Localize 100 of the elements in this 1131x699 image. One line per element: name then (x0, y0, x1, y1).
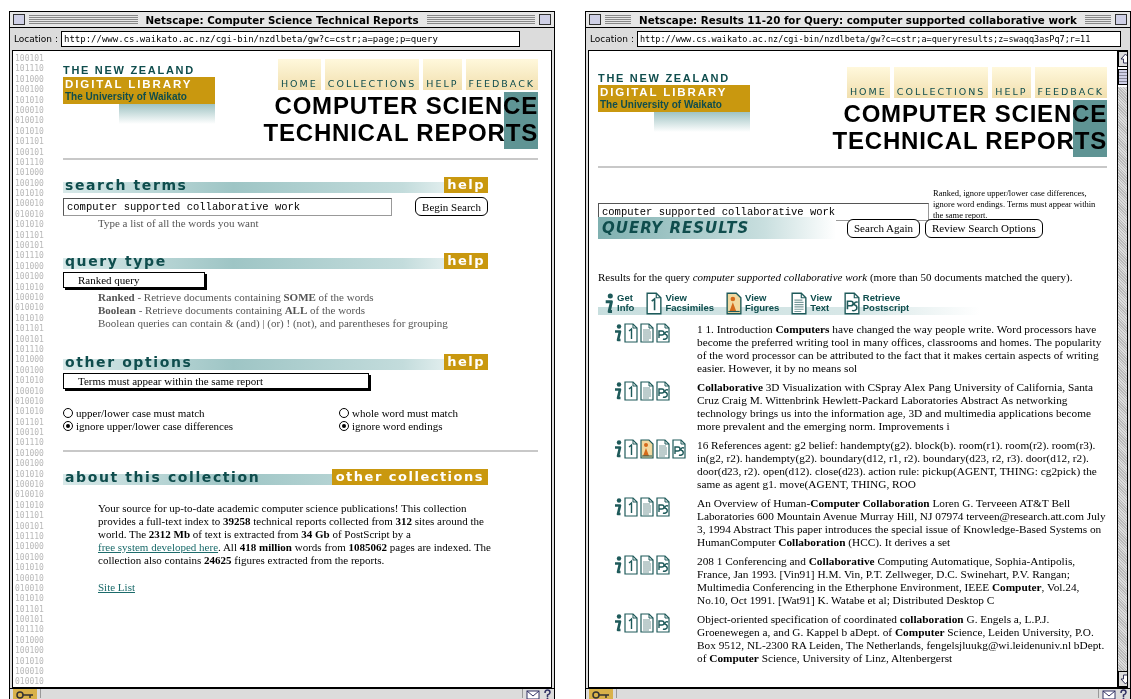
mail-icon[interactable] (1102, 689, 1116, 699)
nav-tab[interactable]: FEEDBACK (465, 59, 538, 90)
info-icon[interactable] (612, 323, 622, 343)
zoom-box[interactable] (539, 14, 551, 25)
text-document-icon[interactable] (791, 291, 808, 315)
window-title: Netscape: Computer Science Technical Reports (144, 13, 420, 26)
page-icon[interactable] (624, 381, 638, 401)
binary-digits: 010010 (15, 490, 45, 501)
zoom-box[interactable] (1115, 14, 1127, 25)
nav-tab[interactable]: HOME (277, 59, 321, 90)
binary-digits: 101000 (15, 261, 45, 272)
radio-button[interactable] (63, 421, 73, 431)
begin-search-button[interactable]: Begin Search (415, 197, 488, 216)
postscript-document-icon[interactable] (656, 381, 670, 401)
search-button[interactable]: Review Search Options (924, 218, 1043, 238)
binary-digits: 010010 (15, 583, 45, 594)
info-icon[interactable] (612, 381, 622, 401)
text-document-icon[interactable] (640, 323, 654, 343)
legend-label: View Figures (745, 293, 780, 313)
window-title: Netscape: Results 11-20 for Query: computer supported collaborative work (638, 13, 1078, 26)
info-icon[interactable] (612, 497, 622, 517)
title-bar-stripes (1084, 15, 1111, 24)
security-key-icon[interactable] (589, 689, 613, 699)
search-field[interactable]: computer supported collaborative work (63, 197, 392, 216)
search-button[interactable]: Search Again (847, 218, 920, 238)
radio-button[interactable] (339, 421, 349, 431)
section-title: query type (64, 253, 167, 269)
university-name: The University of Waikato (65, 91, 187, 103)
binary-digits: 100010 (15, 199, 45, 210)
postscript-document-icon[interactable] (656, 323, 670, 343)
text-document-icon[interactable] (640, 613, 654, 633)
binary-digits: 100010 (15, 480, 45, 490)
nav-tab[interactable]: COLLECTIONS (324, 59, 420, 90)
result-snippet: An Overview of Human-Computer Collaboration Loren G. Terveeen AT&T Bell Laboratories 600 Mountain Avenue Murray Hill, NJ 07974 terveen@research.att.com July 3, 1994 Abstract This paper introduces the special issue of Knowledge-Based Systems on HumanComputer Collaboration (HCC). It derives a set (697, 497, 1107, 549)
result-snippet: 16 References agent: g2 belief: handempty(g2). block(b). room(r1). room(r2). room(r3). in(g2, r2). handempty(g2). boundary(d12, r1, r2). boundary(d23, r2, r3). door(d12, r2). door(d23, r2). open(d12). close(d23). action rule: pickup(AGENT, THING: cg2pick) the same as agent g1. move(AGENT, THING, ROO (697, 439, 1098, 491)
library-name: THE NEW ZEALAND (63, 63, 195, 77)
close-box[interactable] (13, 14, 25, 25)
binary-digits: 100101 (15, 334, 45, 345)
postscript-document-icon[interactable] (672, 439, 686, 459)
query-type-note: Ranked - Retrieve documents containing SOME of the words (98, 291, 374, 304)
library-name: DIGITAL LIBRARY (600, 85, 728, 99)
nav-tab[interactable]: FEEDBACK (1034, 67, 1107, 98)
binary-digits: 100101 (15, 428, 45, 438)
text-document-icon[interactable] (640, 381, 654, 401)
radio-label: whole word must match (352, 407, 458, 419)
binary-digits: 101010 (15, 563, 45, 574)
nav-tab[interactable]: COLLECTIONS (893, 67, 989, 98)
library-name: THE NEW ZEALAND (598, 71, 730, 85)
binary-digits: 100010 (15, 293, 45, 303)
radio-label: ignore upper/lower case differences (76, 420, 234, 432)
radio-button[interactable] (63, 408, 73, 418)
text-document-icon[interactable] (640, 497, 654, 517)
binary-digits: 100101 (15, 615, 45, 625)
location-field[interactable]: http://www.cs.waikato.ac.nz/cgi-bin/nzdlbeta/gw?c=cstr;a=page;p=query (60, 31, 520, 47)
text-document-icon[interactable] (656, 439, 670, 459)
binary-digits: 010010 (15, 677, 45, 687)
mail-icon[interactable] (526, 689, 540, 699)
figure-icon[interactable] (640, 439, 654, 459)
binary-digits: 101010 (15, 594, 45, 605)
binary-digits: 101010 (15, 189, 45, 199)
info-icon[interactable] (612, 555, 622, 575)
postscript-document-icon[interactable] (656, 497, 670, 517)
help-icon[interactable] (543, 689, 551, 699)
location-field[interactable]: http://www.cs.waikato.ac.nz/cgi-bin/nzdlbeta/gw?c=cstr;a=queryresults;z=swaqq3asPq7;r=11 (636, 31, 1121, 47)
page-icon[interactable] (624, 439, 638, 459)
binary-digits: 100100 (15, 85, 45, 96)
radio-button[interactable] (339, 408, 349, 418)
postscript-document-icon[interactable] (656, 613, 670, 633)
nav-tab[interactable]: HELP (992, 67, 1031, 98)
options-summary: Ranked, ignore upper/lower case differences, ignore word endings. Terms must appear within the same report. (933, 188, 1097, 221)
binary-digits: 100010 (15, 667, 45, 677)
page-icon[interactable] (624, 613, 638, 633)
page-icon[interactable] (624, 323, 638, 343)
scope-select[interactable]: Terms must appear within the same report (63, 373, 369, 389)
page-icon[interactable] (646, 291, 663, 315)
query-type-select[interactable]: Ranked query (63, 272, 205, 288)
postscript-document-icon[interactable] (843, 291, 860, 315)
binary-digits: 101010 (15, 313, 45, 324)
nav-tab[interactable]: HELP (423, 59, 462, 90)
figure-icon[interactable] (726, 291, 742, 315)
result-snippet: 1 1. Introduction Computers have changed the way people write. Word processors have become the preferred writing tool in many offices, classrooms and homes. The popularity of the word processor can be attributed to the fact that it makes certain aspects of writing easier. However, it by no means sol (697, 323, 1103, 375)
site-list-link[interactable]: Site List (98, 581, 135, 593)
binary-digits: 101000 (15, 542, 45, 553)
postscript-document-icon[interactable] (656, 555, 670, 575)
page-icon[interactable] (624, 555, 638, 575)
binary-digits: 101110 (15, 531, 45, 542)
help-icon[interactable] (1119, 689, 1127, 699)
binary-digits: 101101 (15, 604, 45, 615)
security-key-icon[interactable] (13, 689, 37, 699)
binary-digits: 100100 (15, 552, 45, 563)
binary-digits: 101000 (15, 74, 45, 85)
text-document-icon[interactable] (640, 555, 654, 575)
legend-label: Get Info (617, 293, 635, 313)
close-box[interactable] (589, 14, 601, 25)
info-icon[interactable] (612, 613, 622, 633)
binary-digits: 101101 (15, 511, 45, 522)
binary-digits: 101101 (15, 230, 45, 241)
info-icon[interactable] (612, 439, 622, 459)
nav-tab[interactable]: HOME (846, 67, 890, 98)
page-icon[interactable] (624, 497, 638, 517)
